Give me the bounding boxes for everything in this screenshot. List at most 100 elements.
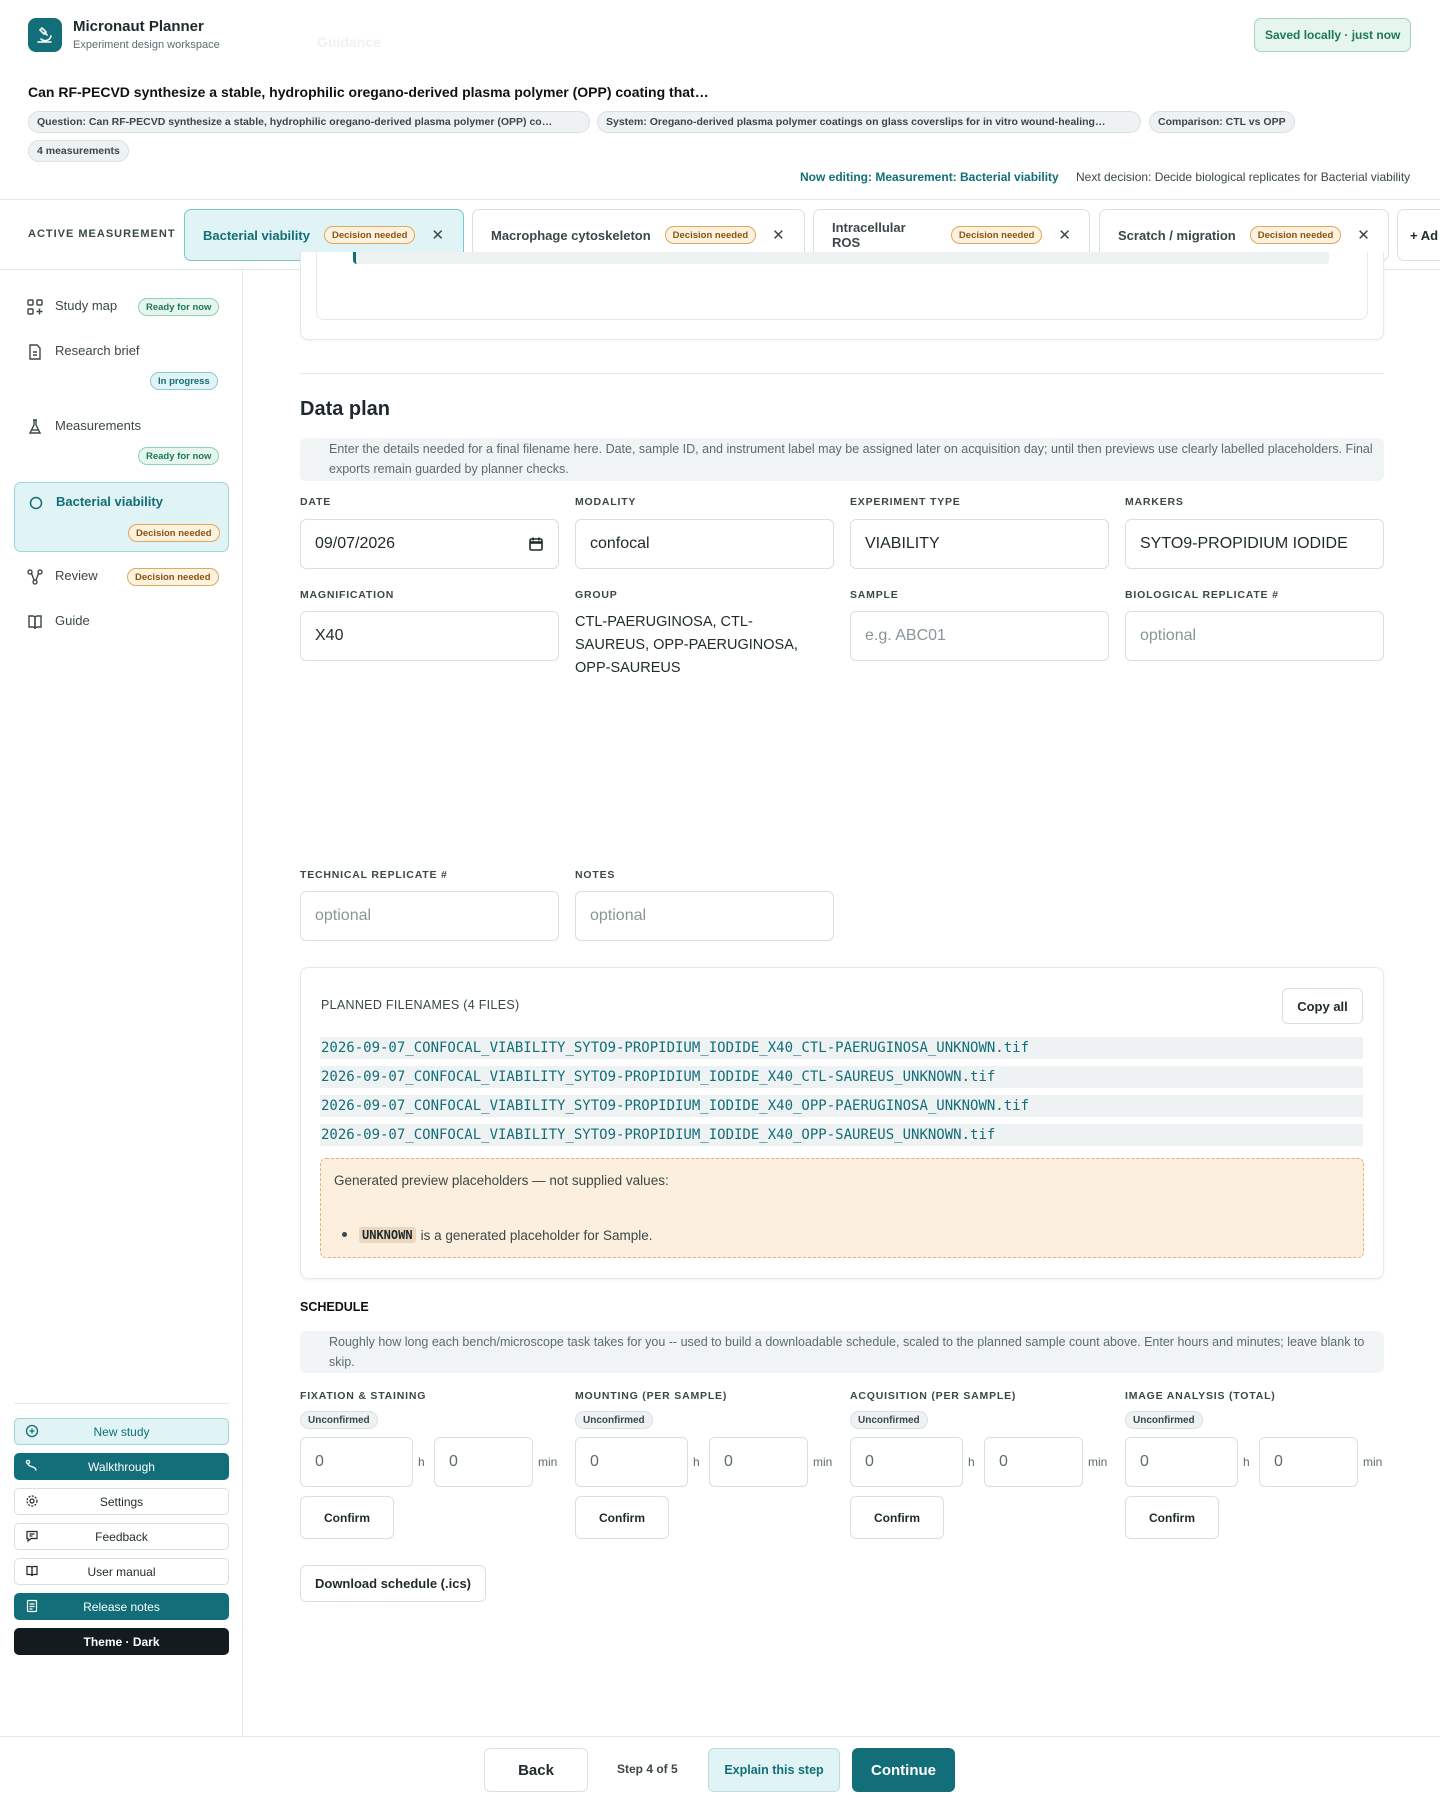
minutes-input[interactable]: 0 bbox=[434, 1437, 533, 1487]
measurements-count-chip: 4 measurements bbox=[28, 140, 129, 162]
study-title: Can RF-PECVD synthesize a stable, hydrop… bbox=[28, 84, 709, 100]
warning-item: UNKNOWN is a generated placeholder for S… bbox=[342, 1227, 653, 1243]
minutes-unit: min bbox=[1088, 1455, 1108, 1469]
feedback-button[interactable]: Feedback bbox=[14, 1523, 229, 1550]
group-value: CTL-PAERUGINOSA, CTL-SAUREUS, OPP-PAERUG… bbox=[575, 614, 798, 676]
technical-replicate-input[interactable]: optional bbox=[300, 891, 559, 941]
system-chip: System: Oregano-derived plasma polymer c… bbox=[597, 111, 1141, 133]
app-name: Micronaut Planner bbox=[73, 18, 204, 35]
section-divider bbox=[300, 373, 1384, 374]
theme-toggle-button[interactable]: Theme · Dark bbox=[14, 1628, 229, 1655]
planned-filenames-title: PLANNED FILENAMES (4 FILES) bbox=[321, 998, 520, 1012]
task-label-acquisition: ACQUISITION (PER SAMPLE) bbox=[850, 1390, 1017, 1402]
sidebar-item-label: Study map bbox=[55, 298, 118, 313]
add-measurement-button[interactable]: + Ad bbox=[1397, 209, 1440, 261]
confirm-button[interactable]: Confirm bbox=[575, 1496, 669, 1539]
question-chip: Question: Can RF-PECVD synthesize a stab… bbox=[28, 111, 590, 133]
user-manual-button[interactable]: User manual bbox=[14, 1558, 229, 1585]
now-editing-link[interactable]: Now editing: Measurement: Bacterial viab… bbox=[800, 170, 1059, 184]
status-badge: Unconfirmed bbox=[300, 1411, 378, 1429]
minutes-input[interactable]: 0 bbox=[984, 1437, 1083, 1487]
close-icon[interactable]: ✕ bbox=[431, 226, 444, 244]
minutes-input[interactable]: 0 bbox=[709, 1437, 808, 1487]
release-notes-button[interactable]: Release notes bbox=[14, 1593, 229, 1620]
sidebar-item-study-map[interactable]: Study map Ready for now bbox=[14, 296, 229, 326]
app-root: Micronaut Planner Experiment design work… bbox=[0, 0, 1440, 1800]
status-badge: Decision needed bbox=[950, 226, 1043, 244]
sidebar-item-label: Bacterial viability bbox=[56, 494, 163, 509]
button-label: Feedback bbox=[95, 1529, 148, 1544]
walkthrough-button[interactable]: Walkthrough bbox=[14, 1453, 229, 1480]
biological-replicate-input[interactable]: optional bbox=[1125, 611, 1384, 661]
schedule-title: SCHEDULE bbox=[300, 1300, 369, 1314]
tab-name: Intracellular ROS bbox=[832, 220, 906, 250]
hours-input[interactable]: 0 bbox=[300, 1437, 413, 1487]
markers-input[interactable]: SYTO9-PROPIDIUM IODIDE bbox=[1125, 519, 1384, 569]
status-badge: Ready for now bbox=[138, 298, 220, 316]
previous-section-inner bbox=[316, 252, 1368, 320]
confirm-button[interactable]: Confirm bbox=[1125, 1496, 1219, 1539]
date-input[interactable]: 09/07/2026 bbox=[300, 519, 559, 569]
comparison-chip: Comparison: CTL vs OPP bbox=[1149, 111, 1295, 133]
back-button[interactable]: Back bbox=[484, 1748, 588, 1792]
task-label-image-analysis: IMAGE ANALYSIS (TOTAL) bbox=[1125, 1390, 1276, 1402]
settings-button[interactable]: Settings bbox=[14, 1488, 229, 1515]
button-label: User manual bbox=[87, 1564, 156, 1579]
minutes-input[interactable]: 0 bbox=[1259, 1437, 1358, 1487]
close-icon[interactable]: ✕ bbox=[1357, 226, 1370, 244]
new-study-button[interactable]: New study bbox=[14, 1418, 229, 1445]
sidebar-item-guide[interactable]: Guide bbox=[14, 611, 229, 641]
group-label: GROUP bbox=[575, 589, 618, 601]
experiment-type-input[interactable]: VIABILITY bbox=[850, 519, 1109, 569]
continue-button[interactable]: Continue bbox=[852, 1748, 955, 1792]
copy-all-button[interactable]: Copy all bbox=[1282, 988, 1363, 1024]
microscope-icon bbox=[37, 26, 52, 43]
explain-step-button[interactable]: Explain this step bbox=[708, 1748, 840, 1792]
hours-input[interactable]: 0 bbox=[575, 1437, 688, 1487]
warning-text: is a generated placeholder for Sample. bbox=[420, 1227, 653, 1243]
bullet bbox=[342, 1232, 347, 1237]
route-icon bbox=[25, 1459, 37, 1471]
close-icon[interactable]: ✕ bbox=[772, 226, 785, 244]
calendar-icon[interactable] bbox=[528, 536, 544, 552]
magnification-input[interactable]: X40 bbox=[300, 611, 559, 661]
header: Micronaut Planner Experiment design work… bbox=[0, 0, 1440, 200]
sidebar-item-review[interactable]: Review Decision needed bbox=[14, 566, 229, 596]
modality-input[interactable]: confocal bbox=[575, 519, 834, 569]
button-label: Settings bbox=[99, 1494, 144, 1509]
confirm-button[interactable]: Confirm bbox=[850, 1496, 944, 1539]
status-badge: Decision needed bbox=[1249, 226, 1342, 244]
sidebar-item-measurements[interactable]: Measurements Ready for now bbox=[14, 416, 229, 471]
status-badge: In progress bbox=[150, 372, 218, 390]
sidebar-item-research-brief[interactable]: Research brief In progress bbox=[14, 341, 229, 396]
confirm-button[interactable]: Confirm bbox=[300, 1496, 394, 1539]
filename-row: 2026-09-07_CONFOCAL_VIABILITY_SYTO9-PROP… bbox=[320, 1037, 1363, 1059]
sample-label: SAMPLE bbox=[850, 589, 899, 601]
app-logo bbox=[28, 18, 62, 52]
notes-icon bbox=[26, 1599, 38, 1613]
app-subtitle: Experiment design workspace bbox=[73, 39, 220, 51]
plus-circle-icon bbox=[25, 1424, 39, 1438]
sidebar-item-label: Guide bbox=[55, 613, 90, 628]
status-badge: Unconfirmed bbox=[575, 1411, 653, 1429]
grid-icon bbox=[27, 299, 43, 315]
notes-input[interactable]: optional bbox=[575, 891, 834, 941]
hours-input[interactable]: 0 bbox=[1125, 1437, 1238, 1487]
minutes-unit: min bbox=[813, 1455, 833, 1469]
task-label-mounting: MOUNTING (PER SAMPLE) bbox=[575, 1390, 728, 1402]
sidebar-item-bacterial-viability[interactable]: Bacterial viability Decision needed bbox=[14, 482, 229, 552]
technical-replicate-label: TECHNICAL REPLICATE # bbox=[300, 869, 448, 881]
sample-input[interactable]: e.g. ABC01 bbox=[850, 611, 1109, 661]
add-label: + Ad bbox=[1410, 227, 1439, 243]
sidebar-item-label: Research brief bbox=[55, 343, 140, 358]
status-badge: Decision needed bbox=[323, 226, 416, 244]
hours-unit: h bbox=[693, 1455, 700, 1469]
sidebar-divider bbox=[14, 1403, 229, 1404]
button-label: Walkthrough bbox=[88, 1459, 155, 1474]
data-plan-title: Data plan bbox=[300, 398, 391, 420]
guidance-tab[interactable]: Guidance bbox=[317, 34, 381, 50]
hours-input[interactable]: 0 bbox=[850, 1437, 963, 1487]
close-icon[interactable]: ✕ bbox=[1058, 226, 1071, 244]
download-schedule-button[interactable]: Download schedule (.ics) bbox=[300, 1565, 486, 1602]
button-label: Release notes bbox=[83, 1599, 160, 1614]
